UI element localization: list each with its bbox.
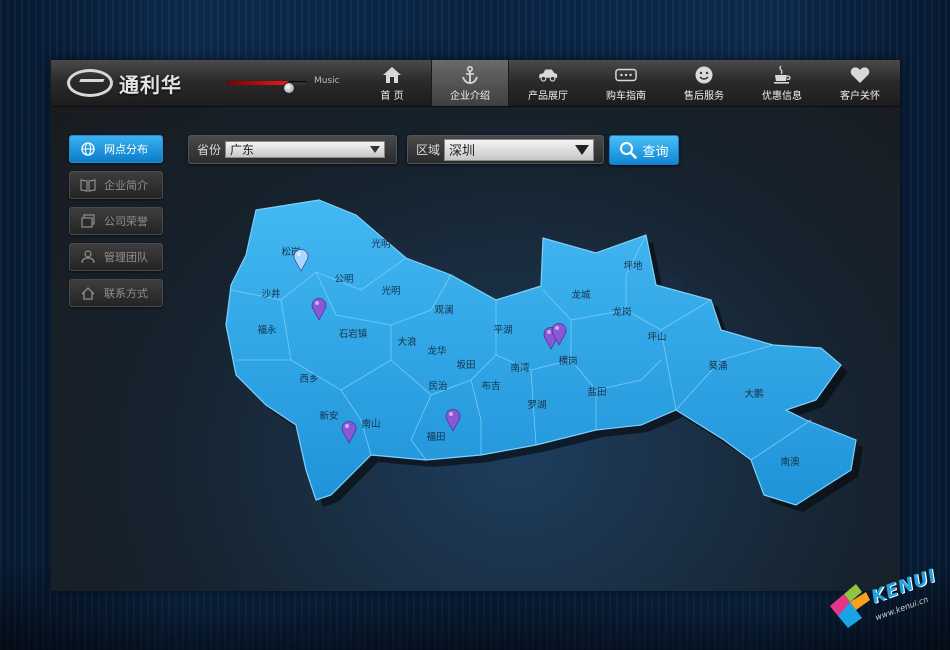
district-label: 大浪 [397,336,417,348]
district-label: 葵涌 [708,360,727,372]
district-label: 坑梓 [664,276,684,288]
district-label: 光明 [381,285,400,297]
district-label: 平湖 [493,325,512,336]
map-landmass: 松岗光明沙井公明光明观澜福永 石岩镇大浪平湖龙城坪地坑梓龙岗坪山龙华坂田 南湾横岗葵… [225,199,857,506]
district-label: 罗湖 [527,400,546,411]
district-label: 南澳 [780,456,800,468]
district-label: 坂田 [456,360,475,371]
district-label: 民治 [428,380,447,392]
district-label: 盐田 [587,386,606,398]
district-label: 观澜 [434,305,453,316]
district-label: 沙井 [261,288,280,300]
kenui-watermark: KENUI www.kenui.cn [826,565,944,638]
kenui-logo-icon [830,584,870,628]
district-label: 南山 [361,418,380,430]
district-label: 新安 [319,410,338,422]
app-window: 通利华 Music 首 页 企业介绍 产品展厅 购车指南 售后服务 优惠信息 客… [51,60,900,591]
district-label: 大鹏 [744,388,763,400]
district-label: 公明 [334,274,353,285]
district-label: 布吉 [481,380,500,392]
district-label: 龙华 [427,345,447,357]
district-label: 西乡 [299,374,318,385]
district-label: 龙城 [571,289,591,301]
district-label: 坪山 [647,331,666,343]
district-label: 福田 [426,431,445,443]
district-label: 龙岗 [612,306,631,318]
district-label: 坪地 [623,260,643,272]
district-label: 南湾 [510,362,530,374]
shenzhen-district-map: 松岗光明沙井公明光明观澜福永 石岩镇大浪平湖龙城坪地坑梓龙岗坪山龙华坂田 南湾横岗葵… [225,199,863,512]
district-label: 光明 [371,238,390,250]
district-label: 横岗 [558,355,577,367]
district-label: 福永 [257,324,277,336]
district-label: 石岩镇 [339,328,368,340]
